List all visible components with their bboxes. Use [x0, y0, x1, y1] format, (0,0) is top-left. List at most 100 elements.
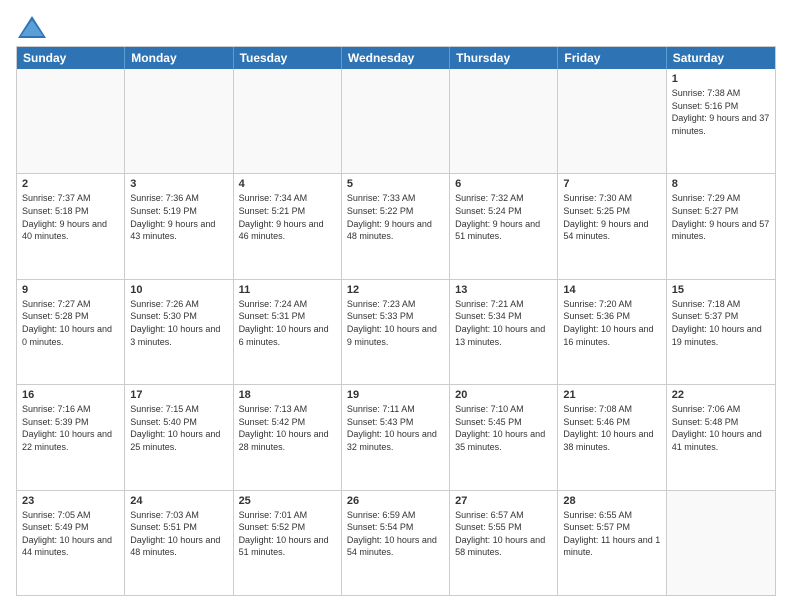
- calendar-cell: 21Sunrise: 7:08 AMSunset: 5:46 PMDayligh…: [558, 385, 666, 489]
- day-number: 9: [22, 284, 119, 296]
- day-number: 14: [563, 284, 660, 296]
- calendar-cell: 1 Sunrise: 7:38 AMSunset: 5:16 PMDaylight…: [667, 69, 775, 173]
- day-info: Sunrise: 7:01 AMSunset: 5:52 PMDaylight:…: [239, 509, 336, 559]
- logo-icon: [18, 16, 46, 38]
- calendar-cell: [342, 69, 450, 173]
- calendar-cell: 6 Sunrise: 7:32 AMSunset: 5:24 PMDaylight…: [450, 174, 558, 278]
- day-number: 16: [22, 389, 119, 401]
- day-number: 20: [455, 389, 552, 401]
- day-number: 18: [239, 389, 336, 401]
- weekday-header: Friday: [558, 47, 666, 69]
- day-number: 26: [347, 495, 444, 507]
- calendar-body: 1 Sunrise: 7:38 AMSunset: 5:16 PMDaylight…: [17, 69, 775, 595]
- day-number: 24: [130, 495, 227, 507]
- calendar-cell: 2 Sunrise: 7:37 AMSunset: 5:18 PMDaylight…: [17, 174, 125, 278]
- calendar-header: SundayMondayTuesdayWednesdayThursdayFrid…: [17, 47, 775, 69]
- day-info: Sunrise: 7:16 AMSunset: 5:39 PMDaylight:…: [22, 403, 119, 453]
- calendar-cell: 28 Sunrise: 6:55 AMSunset: 5:57 PMDayligh…: [558, 491, 666, 595]
- day-info: Sunrise: 7:30 AMSunset: 5:25 PMDaylight:…: [563, 192, 660, 242]
- day-number: 15: [672, 284, 770, 296]
- calendar-cell: 16 Sunrise: 7:16 AMSunset: 5:39 PMDayligh…: [17, 385, 125, 489]
- day-number: 3: [130, 178, 227, 190]
- day-info: Sunrise: 7:13 AMSunset: 5:42 PMDaylight:…: [239, 403, 336, 453]
- weekday-header: Thursday: [450, 47, 558, 69]
- day-info: Sunrise: 7:06 AMSunset: 5:48 PMDaylight:…: [672, 403, 770, 453]
- day-info: Sunrise: 7:24 AMSunset: 5:31 PMDaylight:…: [239, 298, 336, 348]
- calendar-cell: [234, 69, 342, 173]
- day-number: 10: [130, 284, 227, 296]
- day-number: 5: [347, 178, 444, 190]
- day-number: 22: [672, 389, 770, 401]
- day-number: 1: [672, 73, 770, 85]
- calendar-cell: 8Sunrise: 7:29 AMSunset: 5:27 PMDaylight…: [667, 174, 775, 278]
- calendar-cell: 3 Sunrise: 7:36 AMSunset: 5:19 PMDaylight…: [125, 174, 233, 278]
- weekday-header: Saturday: [667, 47, 775, 69]
- calendar: SundayMondayTuesdayWednesdayThursdayFrid…: [16, 46, 776, 596]
- calendar-cell: [558, 69, 666, 173]
- day-info: Sunrise: 7:23 AMSunset: 5:33 PMDaylight:…: [347, 298, 444, 348]
- day-number: 13: [455, 284, 552, 296]
- calendar-row: 16 Sunrise: 7:16 AMSunset: 5:39 PMDayligh…: [17, 384, 775, 489]
- calendar-cell: 7Sunrise: 7:30 AMSunset: 5:25 PMDaylight…: [558, 174, 666, 278]
- calendar-cell: 24 Sunrise: 7:03 AMSunset: 5:51 PMDayligh…: [125, 491, 233, 595]
- calendar-cell: 10 Sunrise: 7:26 AMSunset: 5:30 PMDayligh…: [125, 280, 233, 384]
- day-info: Sunrise: 7:37 AMSunset: 5:18 PMDaylight:…: [22, 192, 119, 242]
- day-number: 28: [563, 495, 660, 507]
- calendar-cell: [17, 69, 125, 173]
- calendar-cell: 20 Sunrise: 7:10 AMSunset: 5:45 PMDayligh…: [450, 385, 558, 489]
- calendar-cell: 27Sunrise: 6:57 AMSunset: 5:55 PMDayligh…: [450, 491, 558, 595]
- day-number: 12: [347, 284, 444, 296]
- day-info: Sunrise: 7:26 AMSunset: 5:30 PMDaylight:…: [130, 298, 227, 348]
- header: [16, 16, 776, 36]
- calendar-cell: 22 Sunrise: 7:06 AMSunset: 5:48 PMDayligh…: [667, 385, 775, 489]
- calendar-cell: [667, 491, 775, 595]
- calendar-cell: 17Sunrise: 7:15 AMSunset: 5:40 PMDayligh…: [125, 385, 233, 489]
- calendar-cell: 13 Sunrise: 7:21 AMSunset: 5:34 PMDayligh…: [450, 280, 558, 384]
- day-info: Sunrise: 7:38 AMSunset: 5:16 PMDaylight:…: [672, 87, 770, 137]
- calendar-cell: 9 Sunrise: 7:27 AMSunset: 5:28 PMDaylight…: [17, 280, 125, 384]
- day-number: 6: [455, 178, 552, 190]
- day-number: 17: [130, 389, 227, 401]
- logo: [16, 16, 46, 36]
- day-info: Sunrise: 7:08 AMSunset: 5:46 PMDaylight:…: [563, 403, 660, 453]
- calendar-cell: 15 Sunrise: 7:18 AMSunset: 5:37 PMDayligh…: [667, 280, 775, 384]
- day-number: 19: [347, 389, 444, 401]
- day-info: Sunrise: 6:59 AMSunset: 5:54 PMDaylight:…: [347, 509, 444, 559]
- calendar-cell: 5Sunrise: 7:33 AMSunset: 5:22 PMDaylight…: [342, 174, 450, 278]
- day-info: Sunrise: 7:10 AMSunset: 5:45 PMDaylight:…: [455, 403, 552, 453]
- day-info: Sunrise: 7:32 AMSunset: 5:24 PMDaylight:…: [455, 192, 552, 242]
- day-number: 25: [239, 495, 336, 507]
- day-number: 11: [239, 284, 336, 296]
- day-info: Sunrise: 7:36 AMSunset: 5:19 PMDaylight:…: [130, 192, 227, 242]
- calendar-cell: 18 Sunrise: 7:13 AMSunset: 5:42 PMDayligh…: [234, 385, 342, 489]
- weekday-header: Monday: [125, 47, 233, 69]
- weekday-header: Sunday: [17, 47, 125, 69]
- calendar-cell: [450, 69, 558, 173]
- day-number: 23: [22, 495, 119, 507]
- day-info: Sunrise: 7:29 AMSunset: 5:27 PMDaylight:…: [672, 192, 770, 242]
- calendar-row: 23 Sunrise: 7:05 AMSunset: 5:49 PMDayligh…: [17, 490, 775, 595]
- calendar-cell: 4 Sunrise: 7:34 AMSunset: 5:21 PMDaylight…: [234, 174, 342, 278]
- day-info: Sunrise: 7:27 AMSunset: 5:28 PMDaylight:…: [22, 298, 119, 348]
- calendar-cell: 14 Sunrise: 7:20 AMSunset: 5:36 PMDayligh…: [558, 280, 666, 384]
- calendar-cell: 23 Sunrise: 7:05 AMSunset: 5:49 PMDayligh…: [17, 491, 125, 595]
- weekday-header: Wednesday: [342, 47, 450, 69]
- day-info: Sunrise: 7:18 AMSunset: 5:37 PMDaylight:…: [672, 298, 770, 348]
- calendar-cell: 12 Sunrise: 7:23 AMSunset: 5:33 PMDayligh…: [342, 280, 450, 384]
- calendar-cell: 11 Sunrise: 7:24 AMSunset: 5:31 PMDayligh…: [234, 280, 342, 384]
- day-info: Sunrise: 7:03 AMSunset: 5:51 PMDaylight:…: [130, 509, 227, 559]
- day-info: Sunrise: 6:55 AMSunset: 5:57 PMDaylight:…: [563, 509, 660, 559]
- day-number: 27: [455, 495, 552, 507]
- day-info: Sunrise: 7:05 AMSunset: 5:49 PMDaylight:…: [22, 509, 119, 559]
- calendar-row: 2 Sunrise: 7:37 AMSunset: 5:18 PMDaylight…: [17, 173, 775, 278]
- day-number: 2: [22, 178, 119, 190]
- day-number: 4: [239, 178, 336, 190]
- calendar-cell: [125, 69, 233, 173]
- calendar-cell: 26 Sunrise: 6:59 AMSunset: 5:54 PMDayligh…: [342, 491, 450, 595]
- day-info: Sunrise: 7:20 AMSunset: 5:36 PMDaylight:…: [563, 298, 660, 348]
- day-info: Sunrise: 7:34 AMSunset: 5:21 PMDaylight:…: [239, 192, 336, 242]
- weekday-header: Tuesday: [234, 47, 342, 69]
- day-info: Sunrise: 7:21 AMSunset: 5:34 PMDaylight:…: [455, 298, 552, 348]
- page: SundayMondayTuesdayWednesdayThursdayFrid…: [0, 0, 792, 612]
- calendar-row: 1 Sunrise: 7:38 AMSunset: 5:16 PMDaylight…: [17, 69, 775, 173]
